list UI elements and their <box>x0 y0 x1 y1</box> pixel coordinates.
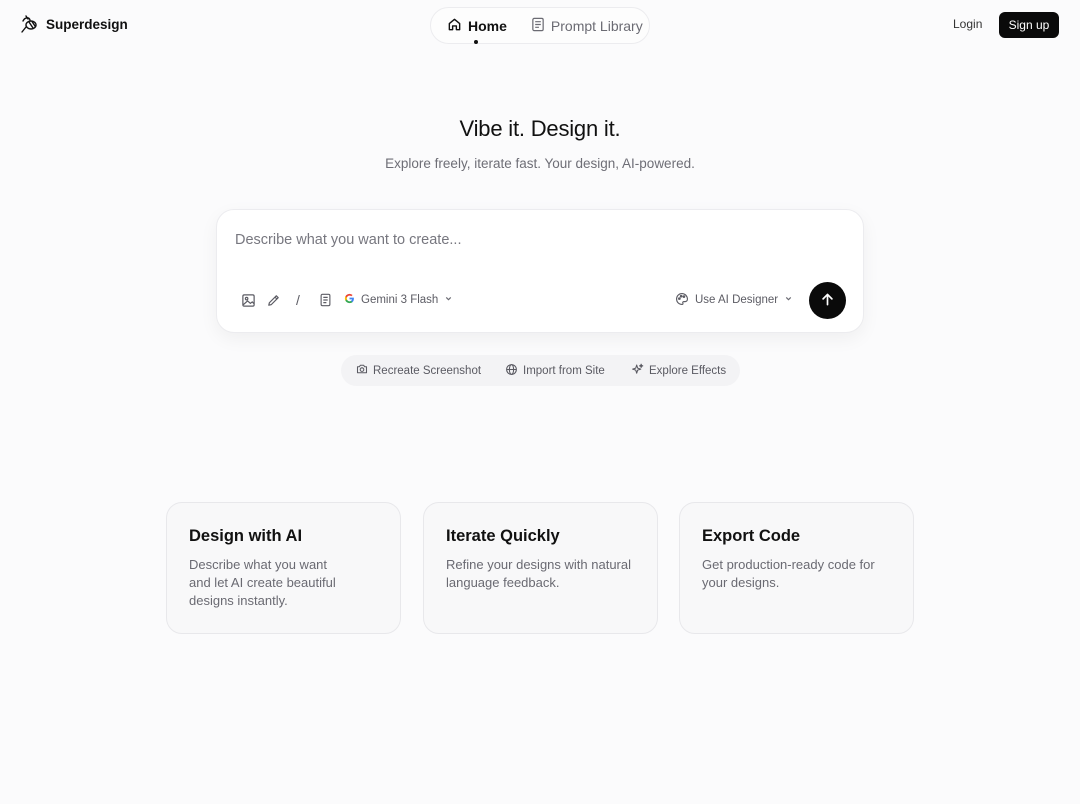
nav-item-home[interactable]: Home <box>447 17 507 44</box>
signup-button[interactable]: Sign up <box>999 12 1059 38</box>
chevron-down-icon <box>444 294 453 306</box>
image-icon[interactable] <box>239 291 257 309</box>
feature-card: Export Code Get production-ready code fo… <box>679 502 914 634</box>
prompt-box: / Gemini 3 Flash <box>216 209 864 333</box>
hero-title: Vibe it. Design it. <box>459 116 621 141</box>
feature-card-description: Describe what you want and let AI create… <box>189 557 336 608</box>
active-indicator-dot <box>474 39 478 44</box>
slash-command-icon[interactable]: / <box>289 291 307 309</box>
import-from-site-label: Import from Site <box>523 365 605 377</box>
feature-card: Iterate Quickly Refine your designs with… <box>423 502 658 634</box>
explore-effects-label: Explore Effects <box>649 365 727 377</box>
hero-subtitle: Explore freely, iterate fast. Your desig… <box>385 156 695 171</box>
recreate-screenshot-label: Recreate Screenshot <box>373 364 482 377</box>
login-link[interactable]: Login <box>953 17 982 31</box>
globe-icon <box>505 363 518 379</box>
brand-name: Superdesign <box>46 16 128 32</box>
ai-designer-selector[interactable]: Use AI Designer <box>675 291 793 309</box>
arrow-up-icon <box>820 292 835 310</box>
ai-designer-label: Use AI Designer <box>695 294 779 306</box>
palette-icon <box>675 292 689 309</box>
brand[interactable]: Superdesign <box>20 14 128 34</box>
feature-card: Design with AI Describe what you want an… <box>166 502 401 634</box>
send-button[interactable] <box>809 282 846 319</box>
quick-actions-bar: Recreate Screenshot Import from Site Exp… <box>341 355 740 386</box>
nav-label-home: Home <box>468 17 507 34</box>
feature-card-title: Export Code <box>702 527 801 545</box>
feature-card-title: Design with AI <box>189 527 303 545</box>
explore-effects-button[interactable]: Explore Effects <box>631 363 726 379</box>
document-icon[interactable] <box>316 291 334 309</box>
main-nav: Home Prompt Library <box>430 7 650 44</box>
feature-card-description: Get production-ready code for your desig… <box>702 557 875 590</box>
feature-card-title: Iterate Quickly <box>446 527 560 545</box>
bee-logo-icon <box>20 14 40 34</box>
chevron-down-icon <box>784 294 793 306</box>
model-selector[interactable]: Gemini 3 Flash <box>344 291 453 309</box>
google-icon <box>344 293 355 307</box>
page: Superdesign Home Prompt Library Login Si… <box>0 0 1080 804</box>
model-label: Gemini 3 Flash <box>361 294 439 306</box>
document-icon <box>531 17 545 35</box>
home-icon <box>447 17 462 35</box>
nav-item-prompt-library[interactable]: Prompt Library <box>531 17 643 35</box>
camera-icon <box>356 363 368 378</box>
prompt-input[interactable] <box>235 232 835 248</box>
import-from-site-button[interactable]: Import from Site <box>505 363 605 379</box>
recreate-screenshot-button[interactable]: Recreate Screenshot <box>356 363 481 378</box>
sparkle-icon <box>631 363 644 379</box>
nav-label-prompt-library: Prompt Library <box>550 17 643 34</box>
feature-card-description: Refine your designs with natural languag… <box>446 557 631 590</box>
pencil-icon[interactable] <box>264 291 282 309</box>
